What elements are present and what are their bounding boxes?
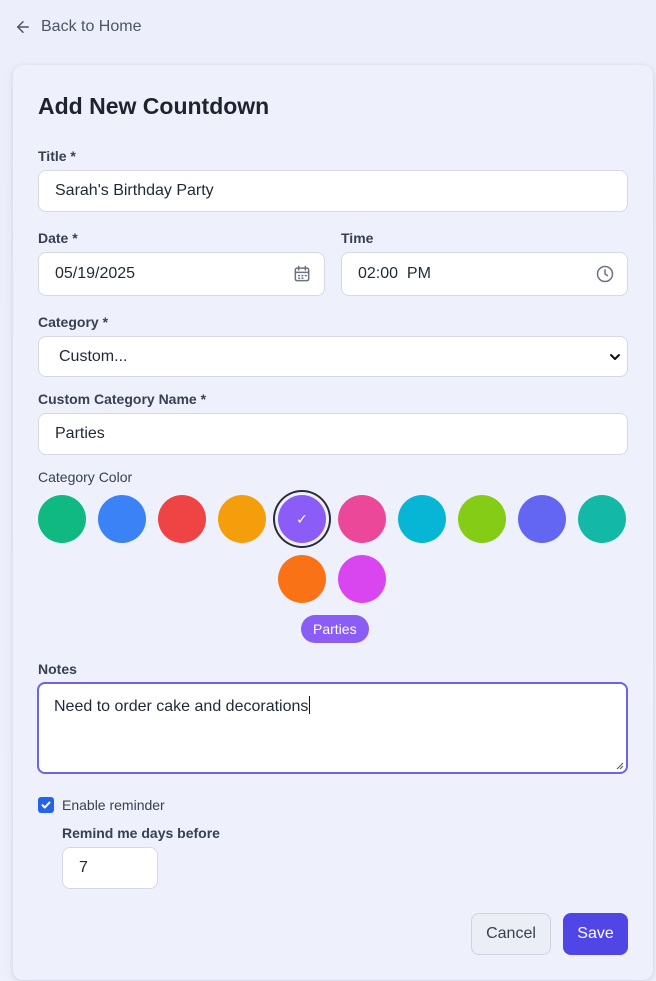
back-to-home-link[interactable]: Back to Home <box>14 18 141 36</box>
text-cursor <box>309 696 311 714</box>
color-swatches: ✓ <box>38 495 628 605</box>
check-icon: ✓ <box>296 510 308 527</box>
color-swatch-red[interactable] <box>158 495 206 543</box>
time-input[interactable]: 02:00 PM <box>341 252 628 296</box>
color-swatch-blue[interactable] <box>98 495 146 543</box>
custom-category-value: Parties <box>55 425 105 442</box>
arrow-left-icon <box>17 21 29 33</box>
time-value: 02:00 PM <box>358 265 431 282</box>
clock-icon[interactable] <box>595 264 615 284</box>
color-swatch-orange[interactable] <box>278 555 326 603</box>
calendar-icon[interactable] <box>292 264 312 284</box>
checkmark-icon <box>41 801 51 809</box>
reminder-row: Enable reminder <box>38 797 165 813</box>
remind-days-label: Remind me days before <box>62 825 220 841</box>
notes-textarea[interactable]: Need to order cake and decorations <box>37 682 628 774</box>
color-swatch-purple[interactable]: ✓ <box>278 495 326 543</box>
custom-category-input[interactable]: Parties <box>38 413 628 455</box>
category-select[interactable]: Custom... <box>38 336 628 377</box>
remind-days-value: 7 <box>79 859 88 876</box>
chevron-down-icon <box>610 353 620 360</box>
color-swatch-cyan[interactable] <box>398 495 446 543</box>
color-swatch-pink[interactable] <box>338 495 386 543</box>
date-label: Date * <box>38 230 78 246</box>
color-swatch-indigo[interactable] <box>518 495 566 543</box>
title-value: Sarah's Birthday Party <box>55 182 214 199</box>
notes-label: Notes <box>38 661 77 677</box>
category-color-label: Category Color <box>38 469 133 485</box>
form-heading: Add New Countdown <box>38 93 270 119</box>
enable-reminder-checkbox[interactable] <box>38 797 54 813</box>
date-input[interactable]: 05/19/2025 <box>38 252 325 296</box>
color-swatch-green[interactable] <box>38 495 86 543</box>
date-value: 05/19/2025 <box>55 265 136 282</box>
category-value: Custom... <box>59 347 128 365</box>
resize-handle-icon[interactable] <box>614 760 624 770</box>
time-label: Time <box>341 230 374 246</box>
notes-value: Need to order cake and decorations <box>54 698 309 715</box>
title-input[interactable]: Sarah's Birthday Party <box>38 170 628 212</box>
title-label: Title * <box>38 148 76 164</box>
countdown-form-card: Add New Countdown Title * Sarah's Birthd… <box>13 65 653 980</box>
save-button[interactable]: Save <box>563 913 628 955</box>
remind-days-input[interactable]: 7 <box>62 847 158 889</box>
color-swatch-lime[interactable] <box>458 495 506 543</box>
color-swatch-amber[interactable] <box>218 495 266 543</box>
cancel-button[interactable]: Cancel <box>471 913 551 955</box>
back-label: Back to Home <box>41 18 142 35</box>
color-swatch-fuchsia[interactable] <box>338 555 386 603</box>
enable-reminder-label[interactable]: Enable reminder <box>62 797 165 813</box>
custom-category-label: Custom Category Name * <box>38 391 207 407</box>
category-preview-badge: Parties <box>301 615 369 643</box>
color-swatch-teal[interactable] <box>578 495 626 543</box>
category-label: Category * <box>38 314 109 330</box>
